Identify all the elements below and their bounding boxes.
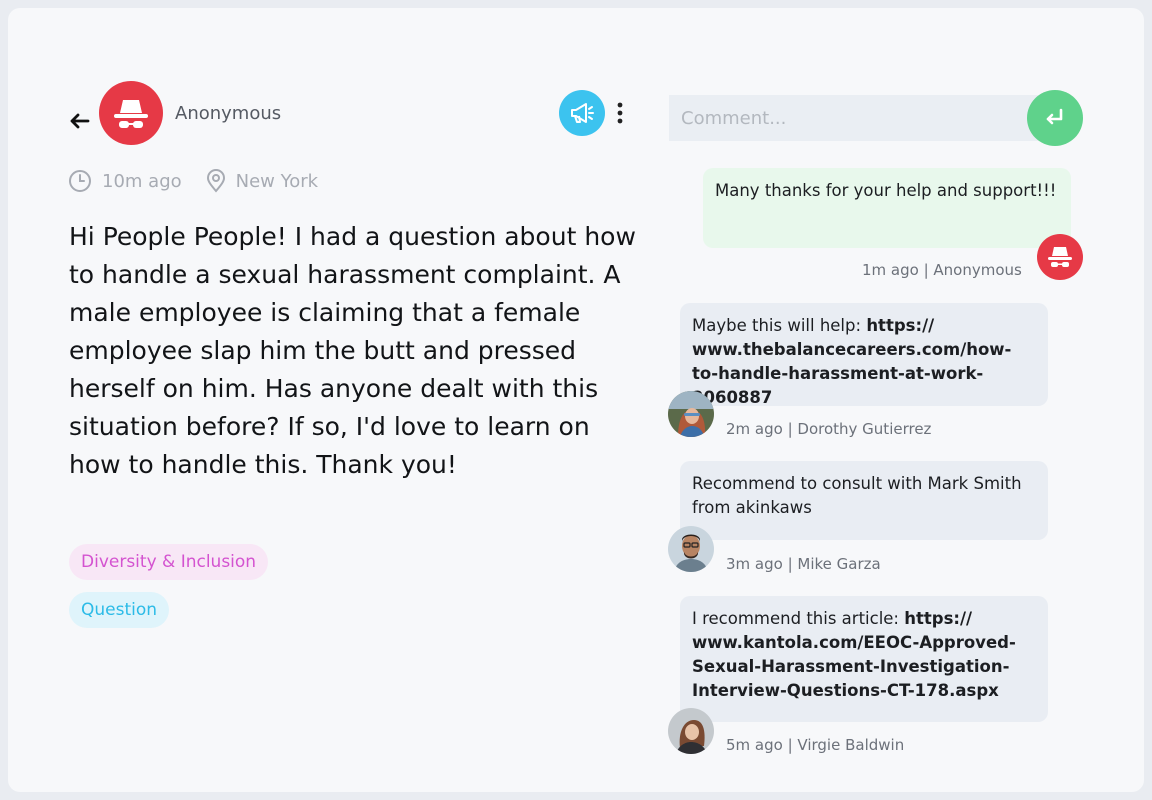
post-card: Anonymous 10m ago New York Hi People Peo…	[8, 8, 1144, 792]
comment-meta: 2m ago | Dorothy Gutierrez	[726, 420, 932, 438]
post-meta: 10m ago New York	[68, 168, 318, 194]
author-name[interactable]: Anonymous	[175, 103, 281, 124]
comment-meta: 3m ago | Mike Garza	[726, 555, 881, 573]
incognito-icon	[1048, 247, 1072, 267]
comment-bubble: Maybe this will help: https:// www.theba…	[680, 303, 1048, 407]
author-avatar	[99, 81, 163, 145]
post-location: New York	[235, 170, 319, 192]
comment-input[interactable]	[669, 95, 1041, 141]
comment-meta: 1m ago | Anonymous	[862, 261, 1022, 279]
back-arrow-icon[interactable]	[68, 106, 94, 136]
post-body: Hi People People! I had a question about…	[69, 222, 636, 479]
map-pin-icon	[206, 169, 225, 193]
tag-diversity-inclusion[interactable]: Diversity & Inclusion	[69, 544, 269, 580]
megaphone-icon	[571, 103, 594, 123]
announce-button[interactable]	[559, 90, 605, 136]
send-comment-button[interactable]	[1027, 90, 1083, 146]
avatar	[1037, 234, 1083, 280]
post-time: 10m ago	[102, 170, 182, 192]
comment-bubble: I recommend this article: https:// www.k…	[680, 596, 1048, 722]
comment-text: Many thanks for your help and support!!!	[715, 181, 1057, 200]
avatar[interactable]	[668, 391, 714, 437]
avatar[interactable]	[668, 708, 714, 754]
comment-bubble: Many thanks for your help and support!!!	[703, 168, 1071, 248]
more-options-icon[interactable]	[612, 100, 628, 128]
tag-question[interactable]: Question	[69, 592, 170, 628]
incognito-icon	[114, 100, 148, 128]
avatar[interactable]	[668, 526, 714, 572]
comment-text: Recommend to consult with Mark Smith fro…	[692, 474, 1022, 517]
enter-icon	[1046, 108, 1063, 125]
comment-bubble: Recommend to consult with Mark Smith fro…	[680, 461, 1048, 540]
clock-icon	[69, 170, 91, 192]
comment-text: Maybe this will help:	[692, 316, 867, 335]
comment-text: I recommend this article:	[692, 609, 905, 628]
comment-meta: 5m ago | Virgie Baldwin	[726, 736, 905, 754]
